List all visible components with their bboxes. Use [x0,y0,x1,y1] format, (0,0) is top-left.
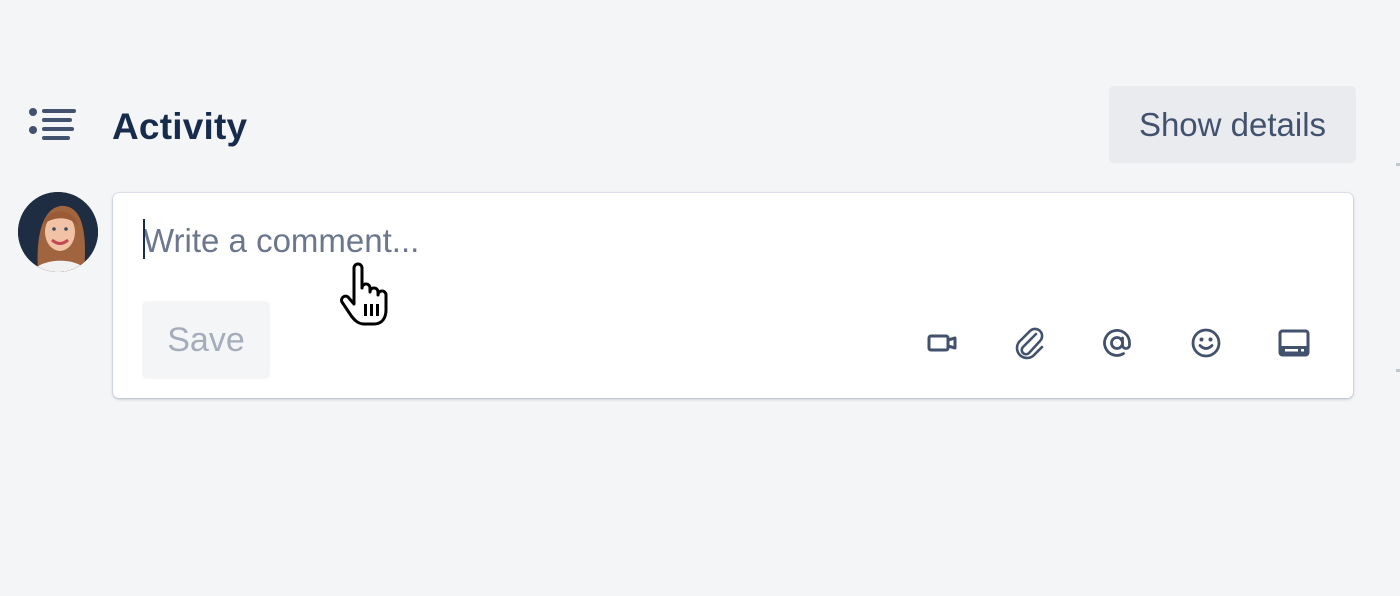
mention-icon[interactable] [1095,321,1139,365]
activity-list-icon [29,108,76,140]
emoji-icon[interactable] [1184,321,1228,365]
avatar-photo [18,192,98,272]
video-icon[interactable] [921,321,965,365]
edge-mark [1396,163,1400,166]
text-caret [143,219,145,259]
avatar[interactable] [18,192,98,272]
show-details-button[interactable]: Show details [1109,86,1356,163]
comment-input[interactable] [141,215,1323,267]
save-button[interactable]: Save [142,301,270,379]
activity-title: Activity [112,106,248,147]
attachment-icon[interactable] [1007,321,1051,365]
edge-mark [1396,369,1400,372]
comment-box: Save [113,193,1353,398]
card-icon[interactable] [1272,321,1316,365]
